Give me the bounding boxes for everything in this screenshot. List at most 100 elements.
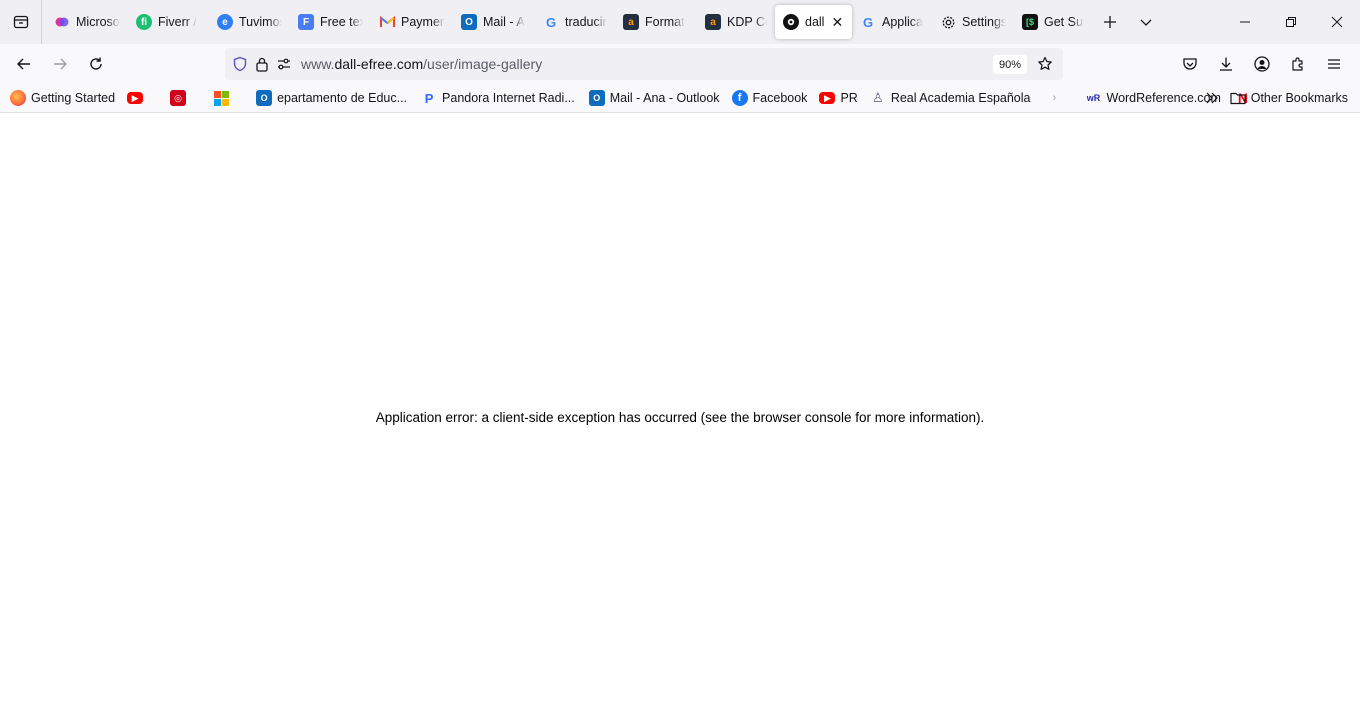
tab-title: Get Sup bbox=[1044, 15, 1084, 29]
bookmark-label: Getting Started bbox=[31, 91, 116, 105]
blank-icon: › bbox=[1052, 92, 1057, 104]
reload-icon bbox=[90, 57, 102, 70]
extensions-button[interactable] bbox=[1280, 48, 1316, 80]
tab-title: KDP Co bbox=[727, 15, 767, 29]
arrow-left-icon bbox=[17, 58, 30, 70]
tab-title: Payment bbox=[401, 15, 445, 29]
page-content: Application error: a client-side excepti… bbox=[0, 113, 1360, 720]
account-icon bbox=[1254, 56, 1270, 72]
bookmark-label: epartamento de Educ... bbox=[277, 91, 408, 105]
new-tab-button[interactable] bbox=[1092, 5, 1128, 39]
bookmark-getting-started[interactable]: Getting Started bbox=[10, 87, 115, 109]
pocket-button[interactable] bbox=[1172, 48, 1208, 80]
tab-kdp[interactable]: a KDP Co bbox=[697, 5, 775, 39]
bookmark-red-logo[interactable]: ◎ bbox=[170, 87, 191, 109]
gmail-icon bbox=[379, 14, 395, 30]
app-menu-button[interactable] bbox=[1316, 48, 1352, 80]
window-controls bbox=[1222, 0, 1360, 44]
bookmarks-overflow-button[interactable] bbox=[1202, 87, 1222, 109]
google-icon: G bbox=[545, 14, 557, 30]
bookmark-untitled[interactable]: › bbox=[1047, 87, 1068, 109]
microsoft-icon bbox=[213, 90, 229, 106]
other-bookmarks-label: Other Bookmarks bbox=[1250, 91, 1348, 105]
terminal-icon: [$ bbox=[1022, 14, 1038, 30]
red-logo-icon: ◎ bbox=[170, 90, 187, 106]
close-window-button[interactable] bbox=[1314, 0, 1360, 44]
tracking-protection-shield-icon[interactable] bbox=[229, 48, 251, 80]
back-button[interactable] bbox=[8, 48, 40, 80]
firefox-view-icon bbox=[13, 15, 28, 29]
bookmarks-overflow-area: Other Bookmarks bbox=[1202, 87, 1348, 109]
tab-traducir[interactable]: G traducir bbox=[535, 5, 615, 39]
url-bar[interactable]: www.dall-efree.com/user/image-gallery 90… bbox=[225, 48, 1063, 80]
facebook-icon: f bbox=[731, 90, 748, 106]
tab-title: Applica bbox=[882, 15, 923, 29]
tab-title: Fiverr / bbox=[158, 15, 197, 29]
bookmark-youtube[interactable]: ▶ bbox=[127, 87, 148, 109]
restore-button[interactable] bbox=[1268, 0, 1314, 44]
permissions-icon[interactable] bbox=[273, 48, 295, 80]
tab-payment[interactable]: Payment bbox=[371, 5, 453, 39]
tab-dall-e[interactable]: dall- ✕ bbox=[775, 5, 852, 39]
tab-applica[interactable]: G Applica bbox=[852, 5, 932, 39]
folder-icon bbox=[1230, 90, 1246, 106]
outlook-icon: O bbox=[256, 90, 273, 106]
tab-settings[interactable]: Settings bbox=[932, 5, 1014, 39]
bookmark-pr[interactable]: ▶ PR bbox=[819, 87, 858, 109]
bookmark-rae[interactable]: ♙ Real Academia Española bbox=[870, 87, 1031, 109]
tab-tuvimos[interactable]: e Tuvimos bbox=[209, 5, 290, 39]
tab-title: Settings bbox=[962, 15, 1006, 29]
puzzle-icon bbox=[1292, 57, 1303, 71]
tab-fiverr[interactable]: fi Fiverr / bbox=[128, 5, 209, 39]
list-all-tabs-button[interactable] bbox=[1128, 5, 1164, 39]
tab-microsoft[interactable]: Microsoft bbox=[46, 5, 128, 39]
tab-strip: Microsoft fi Fiverr / e Tuvimos F Free t… bbox=[0, 0, 1360, 44]
account-button[interactable] bbox=[1244, 48, 1280, 80]
url-text[interactable]: www.dall-efree.com/user/image-gallery bbox=[301, 56, 542, 72]
bookmark-pandora[interactable]: P Pandora Internet Radi... bbox=[421, 87, 575, 109]
gear-icon bbox=[940, 14, 956, 30]
outlook-icon: O bbox=[461, 14, 477, 30]
tab-get-sup[interactable]: [$ Get Sup bbox=[1014, 5, 1092, 39]
tab-format[interactable]: a Format bbox=[615, 5, 697, 39]
bookmark-label: Real Academia Española bbox=[890, 91, 1031, 105]
zoom-level-badge[interactable]: 90% bbox=[992, 55, 1027, 74]
tab-mail[interactable]: O Mail - A bbox=[453, 5, 535, 39]
firefox-icon bbox=[10, 90, 26, 106]
tuvimos-icon: e bbox=[217, 14, 233, 30]
download-icon bbox=[1220, 57, 1232, 71]
outlook-icon: O bbox=[588, 90, 605, 106]
bookmarks-toolbar: Getting Started ▶ ◎ O epartamento de Edu… bbox=[0, 84, 1360, 113]
arrow-right-icon bbox=[54, 58, 67, 70]
other-bookmarks-folder[interactable]: Other Bookmarks bbox=[1230, 87, 1348, 109]
navigation-toolbar: www.dall-efree.com/user/image-gallery 90… bbox=[0, 44, 1360, 84]
bookmark-wordreference[interactable]: wR WordReference.com bbox=[1086, 87, 1221, 109]
wordreference-icon: wR bbox=[1086, 93, 1101, 103]
downloads-button[interactable] bbox=[1208, 48, 1244, 80]
tab-title: Mail - A bbox=[483, 15, 525, 29]
minimize-icon bbox=[1240, 21, 1250, 23]
tab-title: Format bbox=[645, 15, 685, 29]
forward-button[interactable] bbox=[44, 48, 76, 80]
firefox-view-button[interactable] bbox=[0, 0, 42, 44]
minimize-button[interactable] bbox=[1222, 0, 1268, 44]
chevron-down-icon bbox=[1140, 19, 1152, 26]
amazon-icon: a bbox=[705, 14, 721, 30]
tab-free-text[interactable]: F Free text bbox=[290, 5, 371, 39]
close-tab-icon[interactable]: ✕ bbox=[831, 14, 844, 30]
lock-icon[interactable] bbox=[251, 48, 273, 80]
reload-button[interactable] bbox=[80, 48, 112, 80]
close-icon bbox=[1331, 16, 1343, 28]
tab-title: Microsoft bbox=[76, 15, 120, 29]
bookmark-microsoft[interactable] bbox=[213, 87, 234, 109]
dall-e-icon bbox=[783, 14, 799, 30]
bookmark-star-icon[interactable] bbox=[1033, 52, 1057, 76]
youtube-icon: ▶ bbox=[819, 92, 836, 104]
bookmark-departamento-educacion[interactable]: O epartamento de Educ... bbox=[256, 87, 407, 109]
tab-title: dall- bbox=[805, 15, 825, 29]
bookmark-mail-outlook[interactable]: O Mail - Ana - Outlook bbox=[588, 87, 720, 109]
toolbar-right bbox=[1172, 48, 1352, 80]
bookmark-label: Pandora Internet Radi... bbox=[442, 91, 575, 105]
fiverr-icon: fi bbox=[136, 14, 152, 30]
bookmark-facebook[interactable]: f Facebook bbox=[731, 87, 807, 109]
